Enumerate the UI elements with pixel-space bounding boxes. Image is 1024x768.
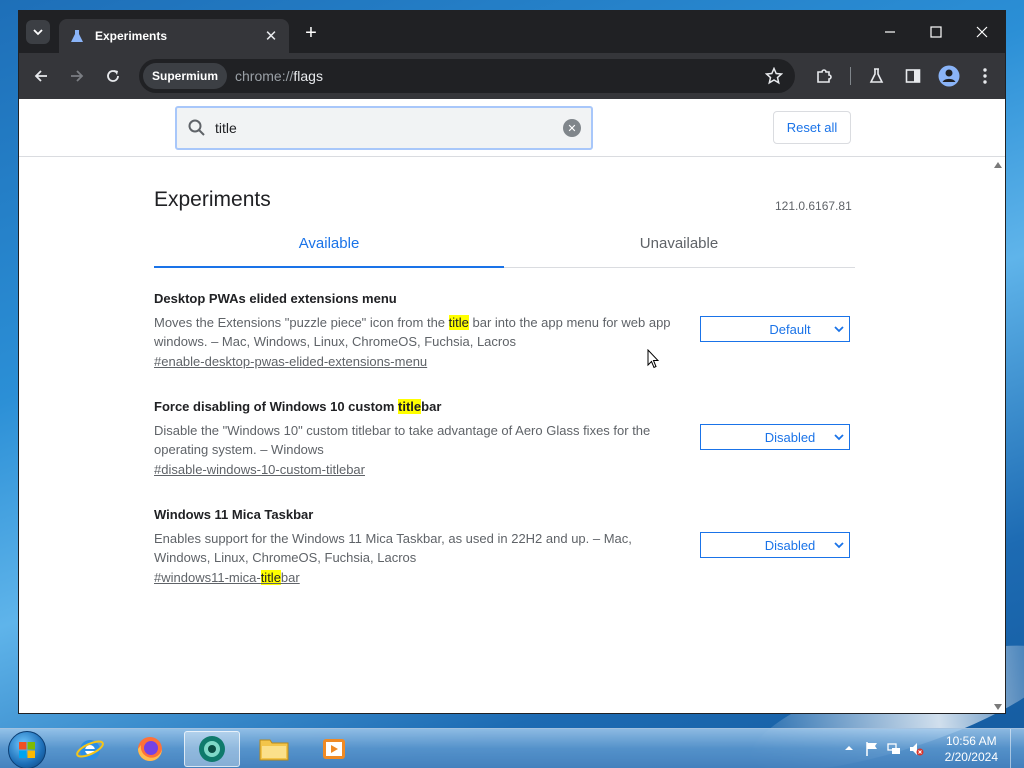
tab-unavailable[interactable]: Unavailable [504,232,854,268]
version-label: 121.0.6167.81 [775,199,852,213]
experiment-description: Disable the "Windows 10" custom titlebar… [154,423,651,457]
experiment-state-select[interactable]: Default [700,316,850,342]
minimize-icon [885,31,895,33]
search-input[interactable] [215,120,563,136]
site-chip[interactable]: Supermium [143,63,228,89]
side-panel-button[interactable] [901,64,925,88]
tab-available[interactable]: Available [154,232,504,268]
browser-toolbar: Supermium chrome://flags [19,53,1005,99]
experiment-desktop-pwas-elided-extensions-menu: Desktop PWAs elided extensions menu Move… [154,291,855,369]
supermium-icon [199,736,225,762]
mouse-cursor-icon [647,349,659,369]
taskbar-clock[interactable]: 10:56 AM 2/20/2024 [945,733,998,765]
flask-icon [869,68,884,83]
reset-all-button[interactable]: Reset all [773,111,851,144]
close-icon [976,26,988,38]
browser-window: Experiments ✕ + Supermium chrome://flags [18,10,1006,714]
page-scrollbar[interactable] [991,158,1005,713]
forward-button[interactable] [65,64,89,88]
clock-date: 2/20/2024 [944,750,998,764]
url-text[interactable]: chrome://flags [235,68,323,84]
address-bar[interactable]: Supermium chrome://flags [139,59,795,93]
reload-icon [107,70,119,82]
folder-icon [259,739,289,761]
menu-button[interactable] [973,64,997,88]
show-hidden-icons-icon[interactable] [844,743,854,753]
experiment-link[interactable]: #windows11-mica-titlebar [154,570,855,585]
firefox-taskbar-item[interactable] [122,731,178,767]
flags-tabs: Available Unavailable [154,232,855,268]
experiment-link[interactable]: #disable-windows-10-custom-titlebar [154,462,855,477]
tab-experiments[interactable]: Experiments ✕ [59,19,289,53]
experiment-state-select[interactable]: Disabled [700,532,850,558]
side-panel-icon [905,69,921,83]
show-desktop-button[interactable] [1010,729,1024,768]
windows-logo-icon [19,742,35,758]
search-icon [188,119,205,136]
experiment-state-select[interactable]: Disabled [700,424,850,450]
experiment-name: Force disabling of Windows 10 custom tit… [154,399,442,414]
media-player-taskbar-item[interactable] [306,731,362,767]
volume-muted-icon[interactable] [908,741,924,757]
windows-taskbar: 10:56 AM 2/20/2024 [0,728,1024,768]
flags-search-box[interactable]: ✕ [175,106,593,150]
flags-header: ✕ Reset all [19,99,1005,157]
flask-icon [69,28,85,44]
action-center-flag-icon[interactable] [864,741,880,757]
profile-button[interactable] [937,64,961,88]
toolbar-separator [850,67,851,85]
minimize-button[interactable] [867,11,913,53]
firefox-icon [138,737,162,761]
maximize-icon [930,26,942,38]
avatar-icon [938,65,960,87]
chevron-down-icon [33,29,43,36]
clock-time: 10:56 AM [945,734,997,748]
three-dots-icon [983,68,987,84]
arrow-right-icon [71,70,84,82]
tab-search-button[interactable] [26,20,50,44]
tab-title: Experiments [95,29,168,43]
new-tab-button[interactable]: + [299,21,323,45]
experiment-windows11-mica-titlebar: Windows 11 Mica Taskbar Enables support … [154,507,855,585]
labs-button[interactable] [865,64,889,88]
internet-explorer-taskbar-item[interactable] [62,731,118,767]
system-tray: 10:56 AM 2/20/2024 [834,729,1024,768]
experiment-disable-windows-10-custom-titlebar: Force disabling of Windows 10 custom tit… [154,399,855,477]
title-bar: Experiments ✕ + [19,11,1005,53]
scroll-down-arrow-icon[interactable] [994,704,1002,710]
network-icon[interactable] [886,741,902,757]
clear-search-icon[interactable]: ✕ [563,119,581,137]
window-close-button[interactable] [959,11,1005,53]
flags-content: Experiments 121.0.6167.81 Available Unav… [19,158,991,713]
file-explorer-taskbar-item[interactable] [246,731,302,767]
supermium-taskbar-item[interactable] [184,731,240,767]
extensions-button[interactable] [812,64,836,88]
experiment-name: Desktop PWAs elided extensions menu [154,291,397,306]
bookmark-star-icon[interactable] [765,67,783,85]
start-button[interactable] [8,731,46,768]
reload-button[interactable] [101,64,125,88]
media-player-icon [323,739,345,759]
page-title: Experiments [154,188,271,211]
puzzle-piece-icon [817,69,832,83]
scroll-up-arrow-icon[interactable] [994,162,1002,168]
experiment-description: Enables support for the Windows 11 Mica … [154,531,632,565]
experiment-description: Moves the Extensions "puzzle piece" icon… [154,315,671,349]
arrow-left-icon [34,70,47,82]
experiment-name: Windows 11 Mica Taskbar [154,507,314,522]
experiment-link[interactable]: #enable-desktop-pwas-elided-extensions-m… [154,354,855,369]
back-button[interactable] [29,64,53,88]
tab-close-button[interactable]: ✕ [263,27,279,45]
maximize-button[interactable] [913,11,959,53]
internet-explorer-icon [76,740,104,760]
